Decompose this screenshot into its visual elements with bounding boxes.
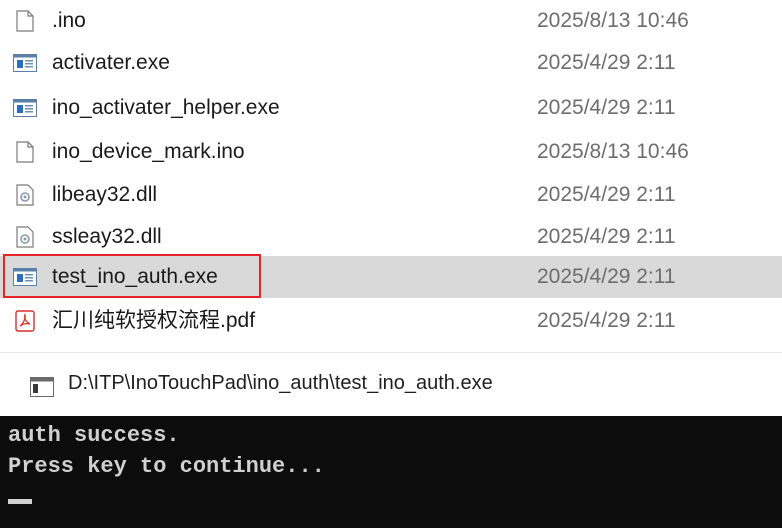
console-line: auth success. <box>8 423 180 448</box>
file-name: ino_activater_helper.exe <box>52 96 280 119</box>
file-name: ino_device_mark.ino <box>52 140 245 163</box>
file-row[interactable]: ino_device_mark.ino 2025/8/13 10:46 <box>0 131 782 173</box>
dll-file-icon <box>12 226 38 248</box>
file-row[interactable]: activater.exe 2025/4/29 2:11 <box>0 42 782 84</box>
exe-file-icon <box>12 97 38 119</box>
file-name: 汇川纯软授权流程.pdf <box>52 309 256 332</box>
file-date: 2025/8/13 10:46 <box>537 9 689 32</box>
pdf-file-icon <box>12 310 38 332</box>
exe-file-icon <box>12 266 38 288</box>
file-name: test_ino_auth.exe <box>52 265 218 288</box>
file-row[interactable]: libeay32.dll 2025/4/29 2:11 <box>0 174 782 216</box>
console-cursor <box>8 499 32 504</box>
file-date: 2025/4/29 2:11 <box>537 225 676 248</box>
console-output-area[interactable]: auth success. Press key to continue... <box>0 416 782 528</box>
file-row-selected[interactable]: test_ino_auth.exe 2025/4/29 2:11 <box>0 256 782 298</box>
console-app-icon <box>30 377 54 397</box>
console-window-title: D:\ITP\InoTouchPad\ino_auth\test_ino_aut… <box>68 372 493 394</box>
file-name: .ino <box>52 9 86 32</box>
file-row[interactable]: 汇川纯软授权流程.pdf 2025/4/29 2:11 <box>0 300 782 342</box>
explorer-file-list: .ino 2025/8/13 10:46 activater.exe 2025/… <box>0 0 782 345</box>
file-row[interactable]: .ino 2025/8/13 10:46 <box>0 0 782 42</box>
console-line: Press key to continue... <box>8 454 325 479</box>
exe-file-icon <box>12 52 38 74</box>
dll-file-icon <box>12 184 38 206</box>
file-date: 2025/8/13 10:46 <box>537 140 689 163</box>
generic-file-icon <box>12 141 38 163</box>
file-date: 2025/4/29 2:11 <box>537 265 676 288</box>
file-date: 2025/4/29 2:11 <box>537 309 676 332</box>
console-title-bar[interactable]: D:\ITP\InoTouchPad\ino_auth\test_ino_aut… <box>0 352 782 417</box>
file-date: 2025/4/29 2:11 <box>537 51 676 74</box>
file-date: 2025/4/29 2:11 <box>537 96 676 119</box>
file-row[interactable]: ssleay32.dll 2025/4/29 2:11 <box>0 216 782 258</box>
file-name: ssleay32.dll <box>52 225 162 248</box>
file-row[interactable]: ino_activater_helper.exe 2025/4/29 2:11 <box>0 87 782 129</box>
generic-file-icon <box>12 10 38 32</box>
file-name: activater.exe <box>52 51 170 74</box>
file-name: libeay32.dll <box>52 183 158 206</box>
file-date: 2025/4/29 2:11 <box>537 183 676 206</box>
